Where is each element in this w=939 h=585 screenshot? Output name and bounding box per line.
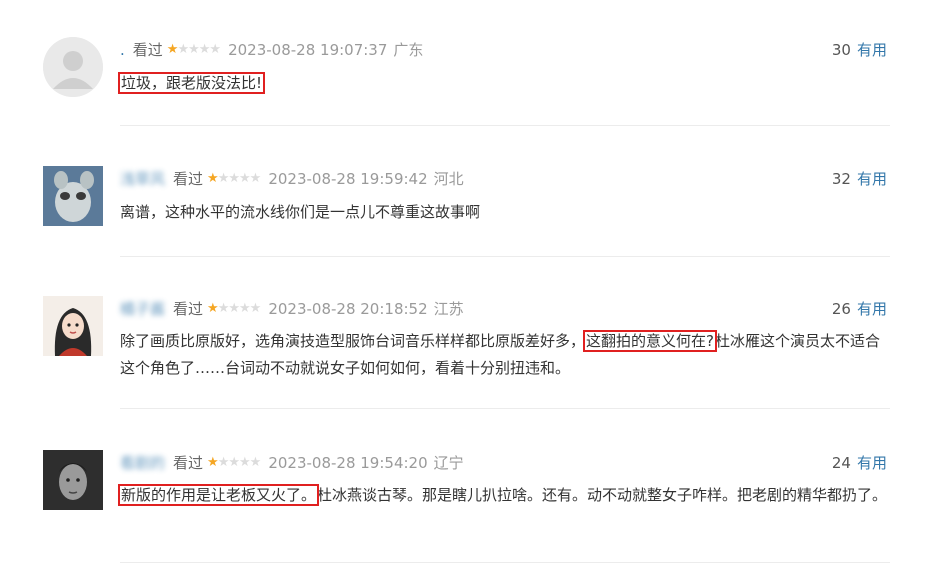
star-icon: ★ <box>217 171 230 186</box>
username[interactable]: 橘子酱 <box>120 298 165 320</box>
avatar-image-icon <box>43 166 103 226</box>
star-icon: ★ <box>207 171 219 186</box>
username[interactable]: 浅草风 <box>120 168 165 190</box>
star-icon: ★ <box>228 301 240 316</box>
star-icon: ★ <box>249 171 262 186</box>
star-icon: ★ <box>209 42 221 57</box>
divider <box>120 125 890 126</box>
comment-time: 2023-08-28 19:54:20 <box>268 454 428 472</box>
star-rating: ★ ★ ★ ★ ★ <box>166 39 221 61</box>
vote-count: 26 <box>831 300 851 318</box>
default-avatar-icon <box>43 37 103 97</box>
star-rating: ★ ★ ★ ★ ★ <box>207 452 262 474</box>
useful-vote-button[interactable]: 有用 <box>857 300 887 318</box>
comment-location: 河北 <box>433 170 464 188</box>
avatar[interactable] <box>43 296 103 356</box>
star-icon: ★ <box>239 455 251 470</box>
star-icon: ★ <box>217 455 230 470</box>
divider <box>120 256 890 257</box>
useful-vote-button[interactable]: 有用 <box>857 454 887 472</box>
username[interactable]: . <box>120 39 125 61</box>
highlighted-text: 新版的作用是让老板又火了。 <box>117 484 320 506</box>
star-rating: ★ ★ ★ ★ ★ <box>207 298 262 320</box>
divider <box>120 408 890 409</box>
star-icon: ★ <box>249 301 262 316</box>
comment-time: 2023-08-28 20:18:52 <box>268 300 428 318</box>
avatar-image-icon <box>43 450 103 510</box>
star-icon: ★ <box>198 42 211 57</box>
vote-count: 32 <box>831 170 851 188</box>
comment-text: 除了画质比原版好，选角演技造型服饰台词音乐样样都比原版差好多， <box>120 332 586 350</box>
comment-time: 2023-08-28 19:07:37 <box>228 41 388 59</box>
star-icon: ★ <box>228 171 240 186</box>
star-icon: ★ <box>207 455 219 470</box>
comment-text: 杜冰燕谈古琴。那是瞎儿扒拉啥。还有。动不动就整女子咋样。把老剧的精华都扔了。 <box>317 486 888 504</box>
avatar[interactable] <box>43 37 103 97</box>
vote-count: 24 <box>831 454 851 472</box>
highlighted-text: 这翻拍的意义何在? <box>583 330 717 352</box>
avatar[interactable] <box>43 166 103 226</box>
star-icon: ★ <box>207 301 219 316</box>
star-icon: ★ <box>249 455 262 470</box>
star-icon: ★ <box>166 42 179 57</box>
star-icon: ★ <box>188 42 200 57</box>
comment-time: 2023-08-28 19:59:42 <box>268 170 428 188</box>
vote-count: 30 <box>831 41 851 59</box>
highlighted-text: 垃圾，跟老版没法比! <box>117 72 266 94</box>
watch-status: 看过 <box>132 41 163 59</box>
comment-location: 江苏 <box>433 300 464 318</box>
comment-content: 离谱，这种水平的流水线你们是一点儿不尊重这故事啊 <box>120 203 481 221</box>
star-icon: ★ <box>239 171 251 186</box>
star-rating: ★ ★ ★ ★ ★ <box>207 168 262 190</box>
comment-content: 垃圾，跟老版没法比! <box>117 70 890 97</box>
watch-status: 看过 <box>173 170 204 188</box>
comment-content: 除了画质比原版好，选角演技造型服饰台词音乐样样都比原版差好多，这翻拍的意义何在?… <box>120 328 890 382</box>
comment-content: 新版的作用是让老板又火了。杜冰燕谈古琴。那是瞎儿扒拉啥。还有。动不动就整女子咋样… <box>117 482 890 509</box>
comment-location: 辽宁 <box>433 454 464 472</box>
watch-status: 看过 <box>173 454 204 472</box>
star-icon: ★ <box>177 42 189 57</box>
avatar-image-icon <box>43 296 103 356</box>
star-icon: ★ <box>239 301 251 316</box>
watch-status: 看过 <box>173 300 204 318</box>
comment-location: 广东 <box>393 41 424 59</box>
useful-vote-button[interactable]: 有用 <box>857 41 887 59</box>
avatar[interactable] <box>43 450 103 510</box>
star-icon: ★ <box>217 301 230 316</box>
star-icon: ★ <box>228 455 240 470</box>
divider <box>120 562 890 563</box>
username[interactable]: 看剧的 <box>120 452 165 474</box>
useful-vote-button[interactable]: 有用 <box>857 170 887 188</box>
